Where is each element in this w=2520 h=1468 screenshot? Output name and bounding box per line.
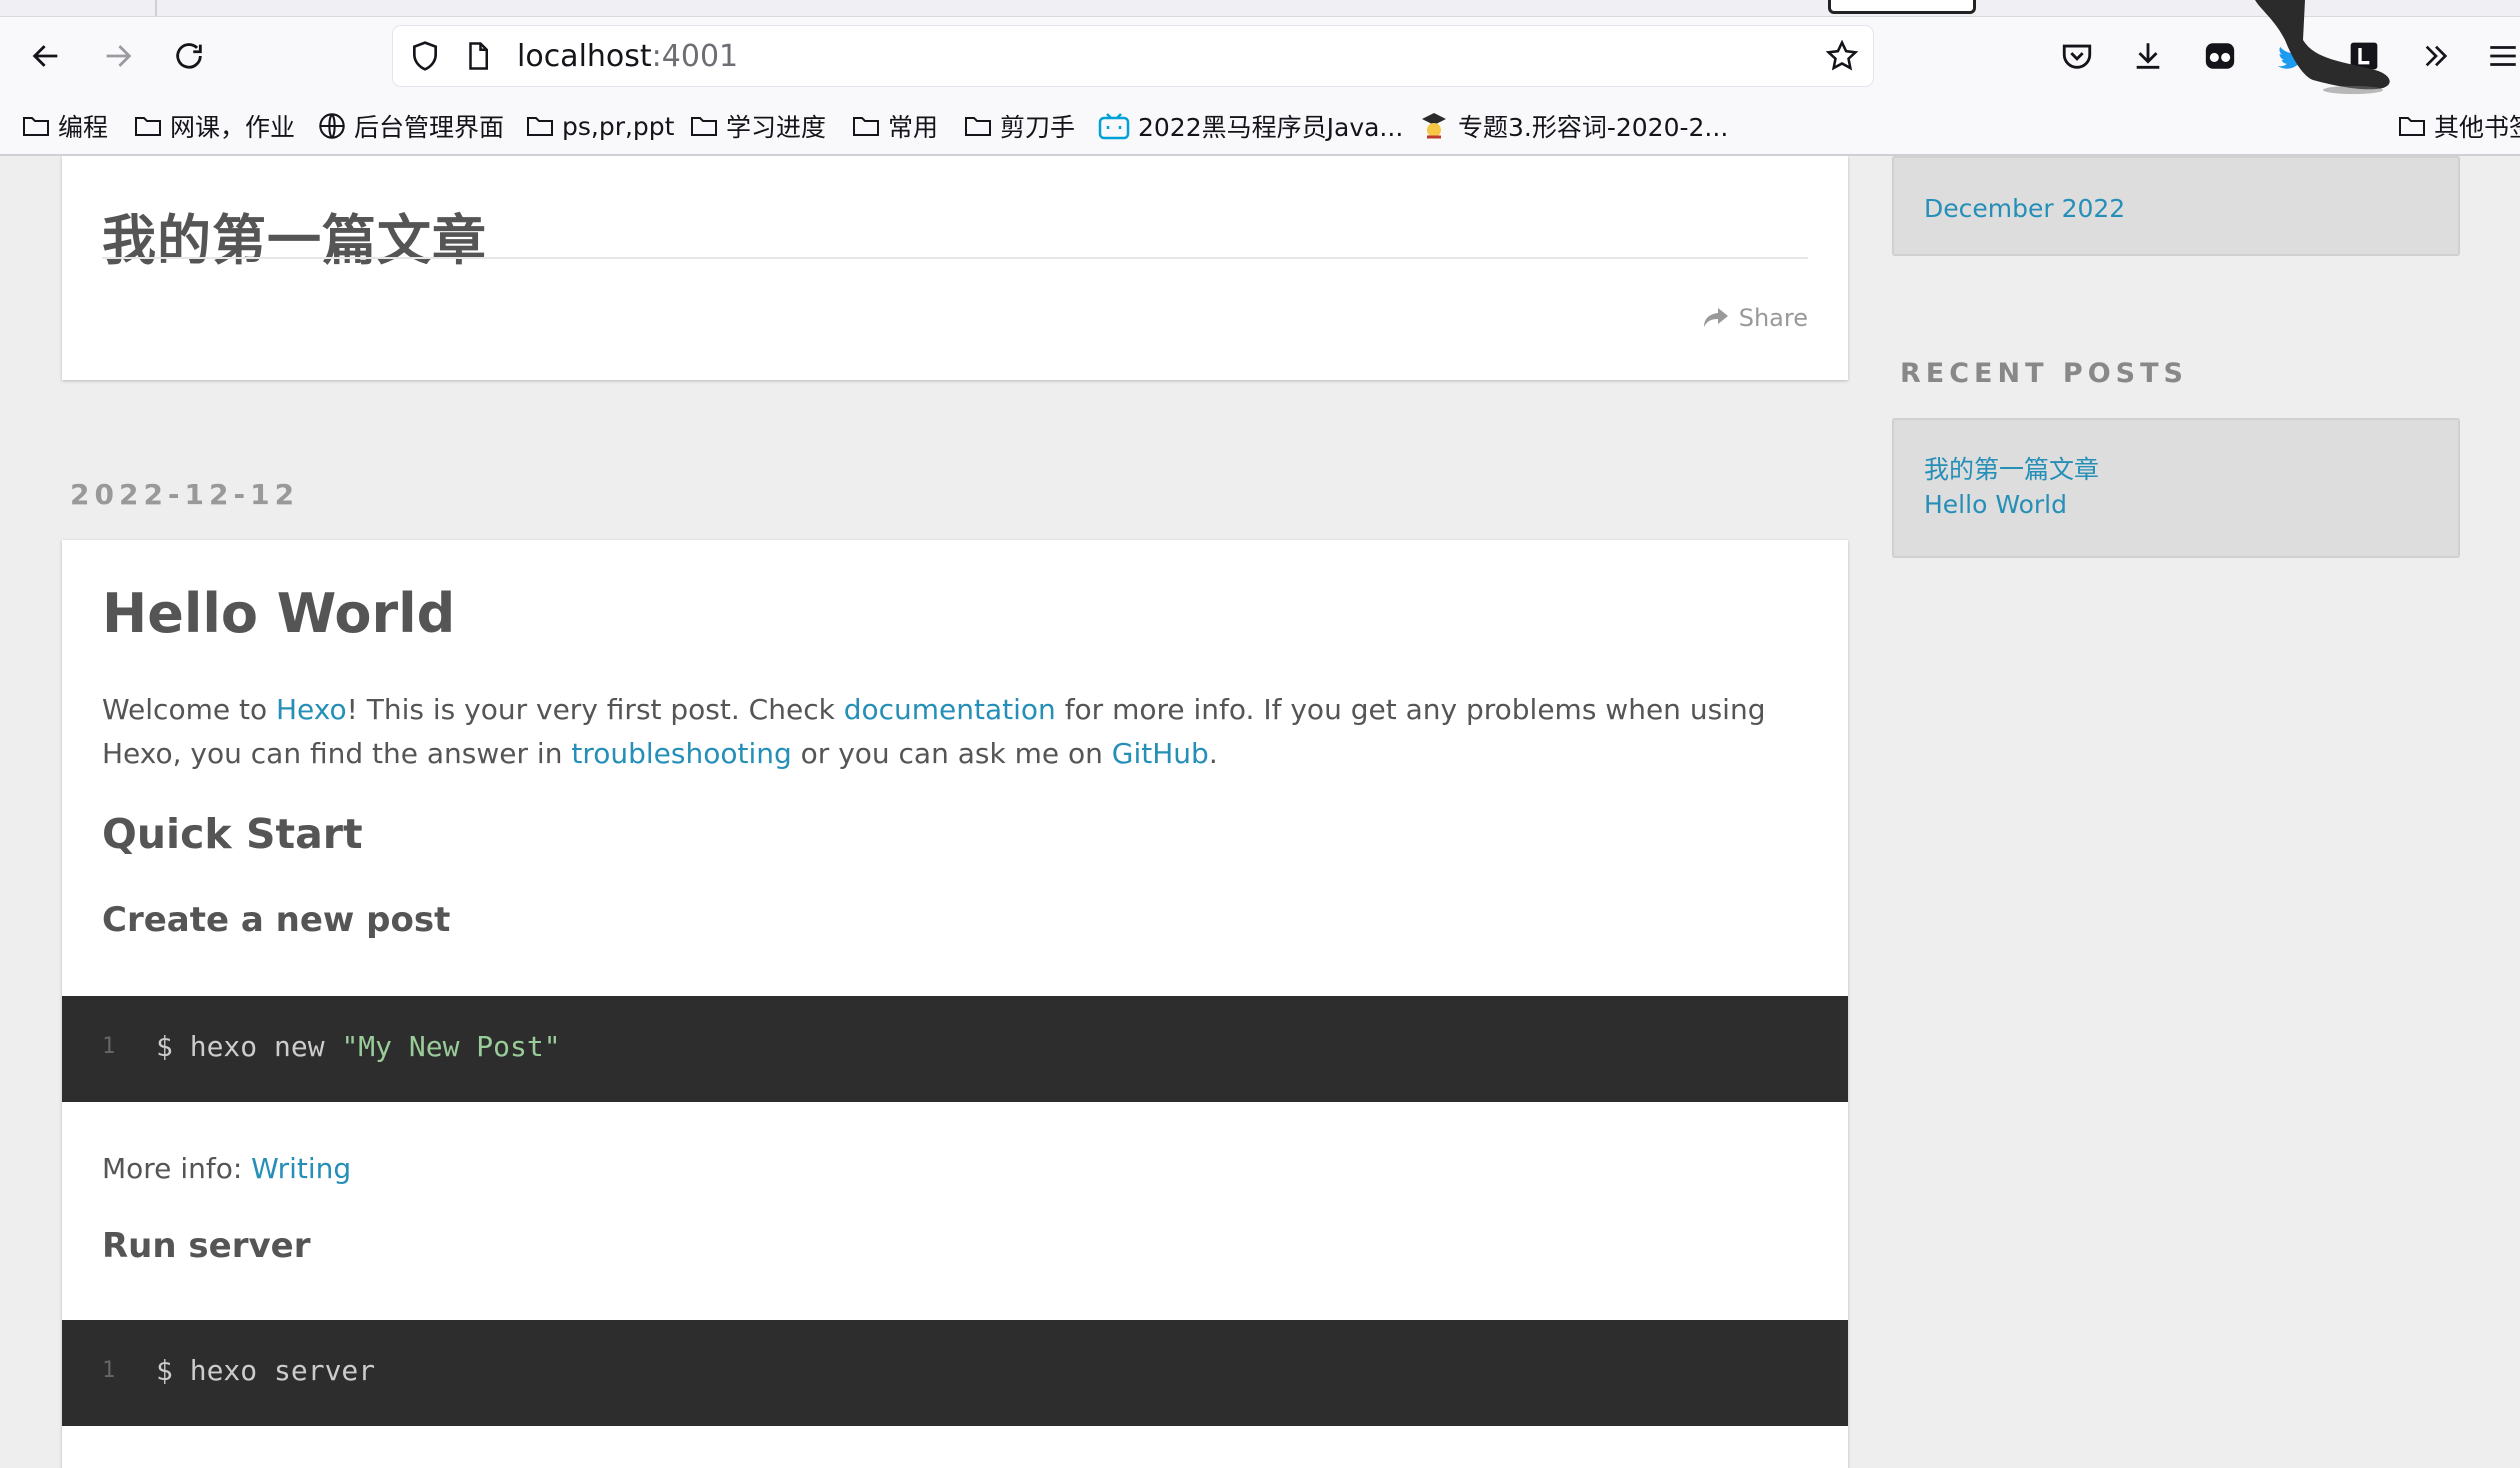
section-heading: Quick Start [102,810,363,858]
forward-arrow-icon [106,45,132,67]
tab-divider [155,0,157,16]
back-button[interactable] [20,30,72,82]
share-label: Share [1738,304,1808,332]
tab-pill[interactable] [1828,0,1976,14]
bookmark-label: 网课，作业 [170,113,296,142]
article-title[interactable]: Hello World [102,582,455,645]
overflow-button[interactable] [2414,34,2458,78]
title-divider [102,257,1808,259]
folder-icon [691,117,717,136]
bookmark-label: 常用 [888,113,939,142]
code-line-number: 1 [102,1358,116,1383]
article-date[interactable]: 2022-12-12 [70,478,299,511]
extension-icon [2205,43,2235,69]
code-line[interactable]: $ hexo server [156,1354,375,1387]
bookmark-label: 剪刀手 [1000,113,1076,142]
back-arrow-icon [32,45,58,67]
downloads-button[interactable] [2126,34,2170,78]
subsection-heading: Run server [102,1226,311,1266]
subsection-heading: Create a new post [102,900,451,940]
bookmark-item[interactable]: 其他书签 [2398,108,2520,144]
bookmark-item[interactable]: ps,pr,ppt [526,108,674,144]
page-icon [469,42,488,70]
bookmark-label: ps,pr,ppt [562,111,675,141]
url-text[interactable]: localhost:4001 [517,39,738,74]
troubleshooting-link[interactable]: troubleshooting [571,737,791,770]
bookmark-item[interactable]: 常用 [852,108,938,144]
bookmark-label: 2022黑马程序员Java... [1138,113,1404,142]
pocket-button[interactable] [2055,34,2099,78]
folder-icon [853,117,879,136]
browser-chrome: localhost:4001 编程 网课，作业 后台管理界面 ps,pr,ppt… [0,0,2520,156]
reload-button[interactable] [163,30,215,82]
extension-button[interactable] [2198,34,2242,78]
bookmark-item[interactable]: 后台管理界面 [318,108,504,144]
url-port: :4001 [651,39,739,74]
bookmark-item[interactable]: 学习进度 [690,108,826,144]
more-info: More info: Writing [102,1152,351,1185]
bookmark-item[interactable]: 剪刀手 [964,108,1075,144]
bookmark-label: 学习进度 [726,113,827,142]
bookmark-item[interactable]: 编程 [22,108,108,144]
recent-post-link[interactable]: Hello World [1924,490,2067,519]
article-card: Hello World Welcome to Hexo! This is you… [62,540,1848,1468]
bookmark-label: 其他书签 [2434,113,2520,142]
more-info-label: More info: [102,1152,252,1185]
bookmark-item[interactable]: 2022黑马程序员Java... [1098,108,1403,144]
overflow-chevrons-icon [2425,45,2448,67]
reload-icon [176,43,202,69]
bookmark-label: 专题3.形容词-2020-2... [1458,113,1729,142]
intro-text: . [1208,737,1218,770]
pocket-icon [2062,44,2092,69]
article-intro: Welcome to Hexo! This is your very first… [102,688,1812,776]
shield-icon[interactable] [409,40,441,72]
bookmark-item[interactable]: 专题3.形容词-2020-2... [1418,108,1728,144]
article-title[interactable]: 我的第一篇文章 [102,196,487,275]
bookmark-label: 后台管理界面 [354,113,505,142]
share-link[interactable]: Share [1703,304,1808,332]
code-block: 1 $ hexo new "My New Post" [62,996,1848,1102]
bookmark-label: 编程 [58,113,109,142]
folder-icon [23,117,49,136]
documentation-link[interactable]: documentation [844,693,1056,726]
folder-icon [135,117,161,136]
github-link[interactable]: GitHub [1112,737,1209,770]
download-icon [2136,43,2160,69]
intro-text: Welcome to [102,693,276,726]
address-bar[interactable]: localhost:4001 [393,26,1873,86]
share-arrow-icon [1703,308,1728,327]
bookmark-star-icon[interactable] [1825,39,1859,73]
url-host: localhost [517,39,652,74]
archive-widget: December 2022 [1892,156,2460,256]
code-block: 1 $ hexo server [62,1320,1848,1426]
article-card: 我的第一篇文章 Share [62,156,1848,380]
recent-post-link[interactable]: 我的第一篇文章 [1924,450,2099,486]
forward-button[interactable] [92,30,144,82]
writing-link[interactable]: Writing [251,1152,351,1185]
intro-text: ! This is your very first post. Check [346,693,844,726]
globe-icon [319,113,345,139]
menu-button[interactable] [2486,34,2520,78]
code-string: "My New Post" [341,1030,561,1063]
page-viewport: 我的第一篇文章 Share 2022-12-12 Hello World Wel… [0,156,2520,1468]
hexo-link[interactable]: Hexo [276,693,347,726]
recent-posts-widget: 我的第一篇文章 Hello World [1892,418,2460,558]
scholar-icon [1422,113,1446,139]
tab-strip [0,0,2520,17]
code-line[interactable]: $ hexo new "My New Post" [156,1030,561,1063]
intro-text: or you can ask me on [791,737,1112,770]
bookmarks-toolbar: 编程 网课，作业 后台管理界面 ps,pr,ppt 学习进度 常用 剪刀手 20… [0,102,2520,150]
bilibili-icon [1098,113,1130,140]
bookmark-item[interactable]: 网课，作业 [134,108,295,144]
cat-decoration-icon [2255,0,2390,94]
folder-icon [965,117,991,136]
code-command: $ hexo new [156,1030,342,1063]
folder-icon [2399,117,2425,136]
archive-link[interactable]: December 2022 [1924,194,2125,223]
folder-icon [527,117,553,136]
menu-icon [2490,46,2516,66]
recent-posts-title: RECENT POSTS [1900,358,2188,389]
code-line-number: 1 [102,1034,116,1059]
